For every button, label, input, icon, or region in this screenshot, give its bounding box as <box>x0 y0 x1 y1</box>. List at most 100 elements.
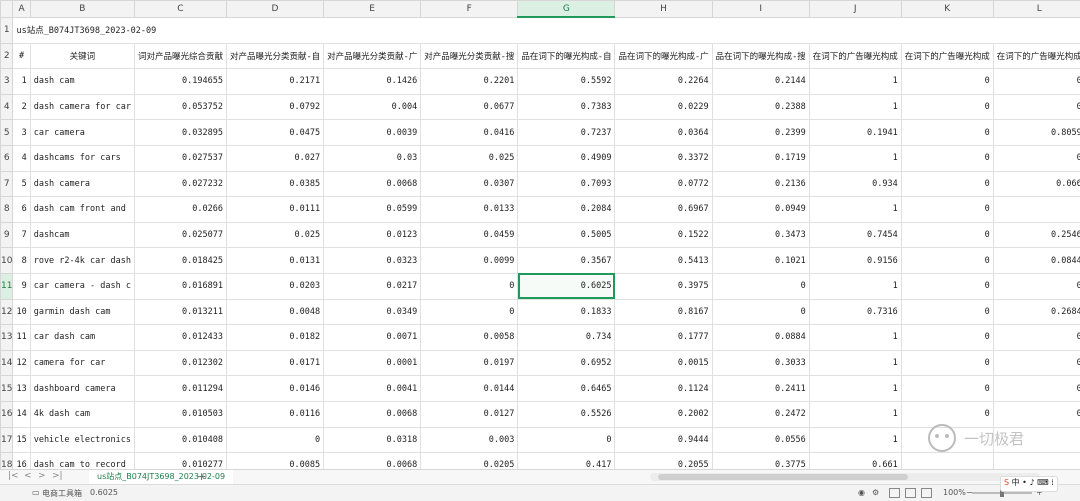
next-sheet-icon[interactable]: > <box>38 471 46 481</box>
row-header[interactable]: 3 <box>1 69 13 95</box>
column-header-g[interactable]: G <box>518 1 615 18</box>
data-cell[interactable]: 0.012302 <box>134 350 226 376</box>
data-cell[interactable]: 0.0058 <box>421 325 518 351</box>
data-cell[interactable]: 0.027537 <box>134 145 226 171</box>
data-cell[interactable]: 10 <box>13 299 30 325</box>
data-cell[interactable]: 1 <box>809 197 901 223</box>
row-header[interactable]: 17 <box>1 427 13 453</box>
data-cell[interactable]: 0.0556 <box>712 427 809 453</box>
data-cell[interactable]: 0.6952 <box>518 350 615 376</box>
data-cell[interactable]: 0.1522 <box>615 222 712 248</box>
data-cell[interactable]: 4k dash cam <box>30 401 134 427</box>
data-cell[interactable]: 0.7454 <box>809 222 901 248</box>
data-cell[interactable]: 0.003 <box>421 427 518 453</box>
data-cell[interactable]: 0.6465 <box>518 376 615 402</box>
select-all-corner[interactable] <box>1 1 13 18</box>
data-cell[interactable]: 1 <box>809 325 901 351</box>
data-cell[interactable]: 0.2411 <box>712 376 809 402</box>
column-title-cell[interactable]: 对产品曝光分类贡献-搜 <box>421 43 518 69</box>
data-cell[interactable]: 0.2084 <box>518 197 615 223</box>
data-cell[interactable]: 1 <box>809 273 901 299</box>
data-cell[interactable]: 0 <box>901 94 993 120</box>
data-cell[interactable]: 0.0677 <box>421 94 518 120</box>
data-cell[interactable]: 0.5592 <box>518 69 615 95</box>
add-sheet-button[interactable]: + <box>197 470 206 483</box>
settings-icon[interactable]: ⚙ <box>872 488 879 497</box>
row-header[interactable]: 4 <box>1 94 13 120</box>
data-cell[interactable]: 0 <box>901 197 993 223</box>
data-cell[interactable]: 0.2684 <box>993 299 1080 325</box>
data-cell[interactable]: 0.3372 <box>615 145 712 171</box>
data-cell[interactable]: 0.025077 <box>134 222 226 248</box>
data-cell[interactable]: 0.2472 <box>712 401 809 427</box>
column-header-a[interactable]: A <box>13 1 30 18</box>
data-cell[interactable]: 0 <box>901 350 993 376</box>
row-header[interactable]: 13 <box>1 325 13 351</box>
data-cell[interactable]: 0.0116 <box>226 401 323 427</box>
data-cell[interactable]: 0.0949 <box>712 197 809 223</box>
data-cell[interactable]: 0.2002 <box>615 401 712 427</box>
data-cell[interactable]: 13 <box>13 376 30 402</box>
row-header[interactable]: 6 <box>1 145 13 171</box>
data-cell[interactable]: 0 <box>993 69 1080 95</box>
first-sheet-icon[interactable]: |< <box>8 471 19 481</box>
data-cell[interactable]: 0.2264 <box>615 69 712 95</box>
row-header[interactable]: 1 <box>1 17 13 43</box>
data-cell[interactable]: 0.0048 <box>226 299 323 325</box>
data-cell[interactable]: 0.0475 <box>226 120 323 146</box>
data-cell[interactable]: 0 <box>993 145 1080 171</box>
data-cell[interactable]: 0 <box>518 427 615 453</box>
column-title-cell[interactable]: 品在词下的曝光构成-自 <box>518 43 615 69</box>
data-cell[interactable]: 0 <box>993 273 1080 299</box>
data-cell[interactable]: 0 <box>901 376 993 402</box>
data-cell[interactable]: 0.0599 <box>324 197 421 223</box>
data-cell[interactable]: 0.2399 <box>712 120 809 146</box>
row-header[interactable]: 14 <box>1 350 13 376</box>
column-title-cell[interactable]: 在词下的广告曝光构成 <box>901 43 993 69</box>
data-cell[interactable]: 0 <box>421 299 518 325</box>
data-cell[interactable]: car dash cam <box>30 325 134 351</box>
data-cell[interactable]: 0.8167 <box>615 299 712 325</box>
data-cell[interactable]: 0.9156 <box>809 248 901 274</box>
data-cell[interactable]: 0.0772 <box>615 171 712 197</box>
data-cell[interactable]: 0 <box>901 299 993 325</box>
data-cell[interactable]: 0.0123 <box>324 222 421 248</box>
data-cell[interactable]: 0.0205 <box>421 453 518 469</box>
data-cell[interactable]: 0.0111 <box>226 197 323 223</box>
data-cell[interactable]: 0.1426 <box>324 69 421 95</box>
row-header[interactable]: 9 <box>1 222 13 248</box>
data-cell[interactable]: 0.0266 <box>134 197 226 223</box>
data-cell[interactable]: 0.0171 <box>226 350 323 376</box>
data-cell[interactable]: 0.010277 <box>134 453 226 469</box>
data-cell[interactable]: 0.0364 <box>615 120 712 146</box>
column-title-cell[interactable]: 对产品曝光分类贡献-广 <box>324 43 421 69</box>
data-cell[interactable]: 0.0068 <box>324 171 421 197</box>
data-cell[interactable]: 0.3775 <box>712 453 809 469</box>
data-cell[interactable]: dashcams for cars <box>30 145 134 171</box>
column-title-cell[interactable]: 品在词下的曝光构成-搜 <box>712 43 809 69</box>
data-cell[interactable]: 0.066 <box>993 171 1080 197</box>
data-cell[interactable]: dash camera <box>30 171 134 197</box>
column-header-i[interactable]: I <box>712 1 809 18</box>
data-cell[interactable]: 0 <box>712 273 809 299</box>
data-cell[interactable]: 0.7383 <box>518 94 615 120</box>
column-header-k[interactable]: K <box>901 1 993 18</box>
data-cell[interactable]: 0.0349 <box>324 299 421 325</box>
data-cell[interactable]: 16 <box>13 453 30 469</box>
data-cell[interactable]: 0.027 <box>226 145 323 171</box>
data-cell[interactable]: 0.016891 <box>134 273 226 299</box>
page-break-icon[interactable] <box>921 488 932 498</box>
data-cell[interactable]: garmin dash cam <box>30 299 134 325</box>
data-cell[interactable]: 9 <box>13 273 30 299</box>
data-cell[interactable] <box>993 197 1080 223</box>
data-cell[interactable]: 15 <box>13 427 30 453</box>
data-cell[interactable]: 0.5005 <box>518 222 615 248</box>
data-cell[interactable]: 0 <box>901 171 993 197</box>
data-cell[interactable]: 0.010503 <box>134 401 226 427</box>
data-cell[interactable]: 0.0015 <box>615 350 712 376</box>
data-cell[interactable]: 1 <box>13 69 30 95</box>
data-cell[interactable]: 0.0041 <box>324 376 421 402</box>
data-cell[interactable]: 0.6025 <box>518 273 615 299</box>
row-header[interactable]: 2 <box>1 43 13 69</box>
data-cell[interactable]: 0.1833 <box>518 299 615 325</box>
